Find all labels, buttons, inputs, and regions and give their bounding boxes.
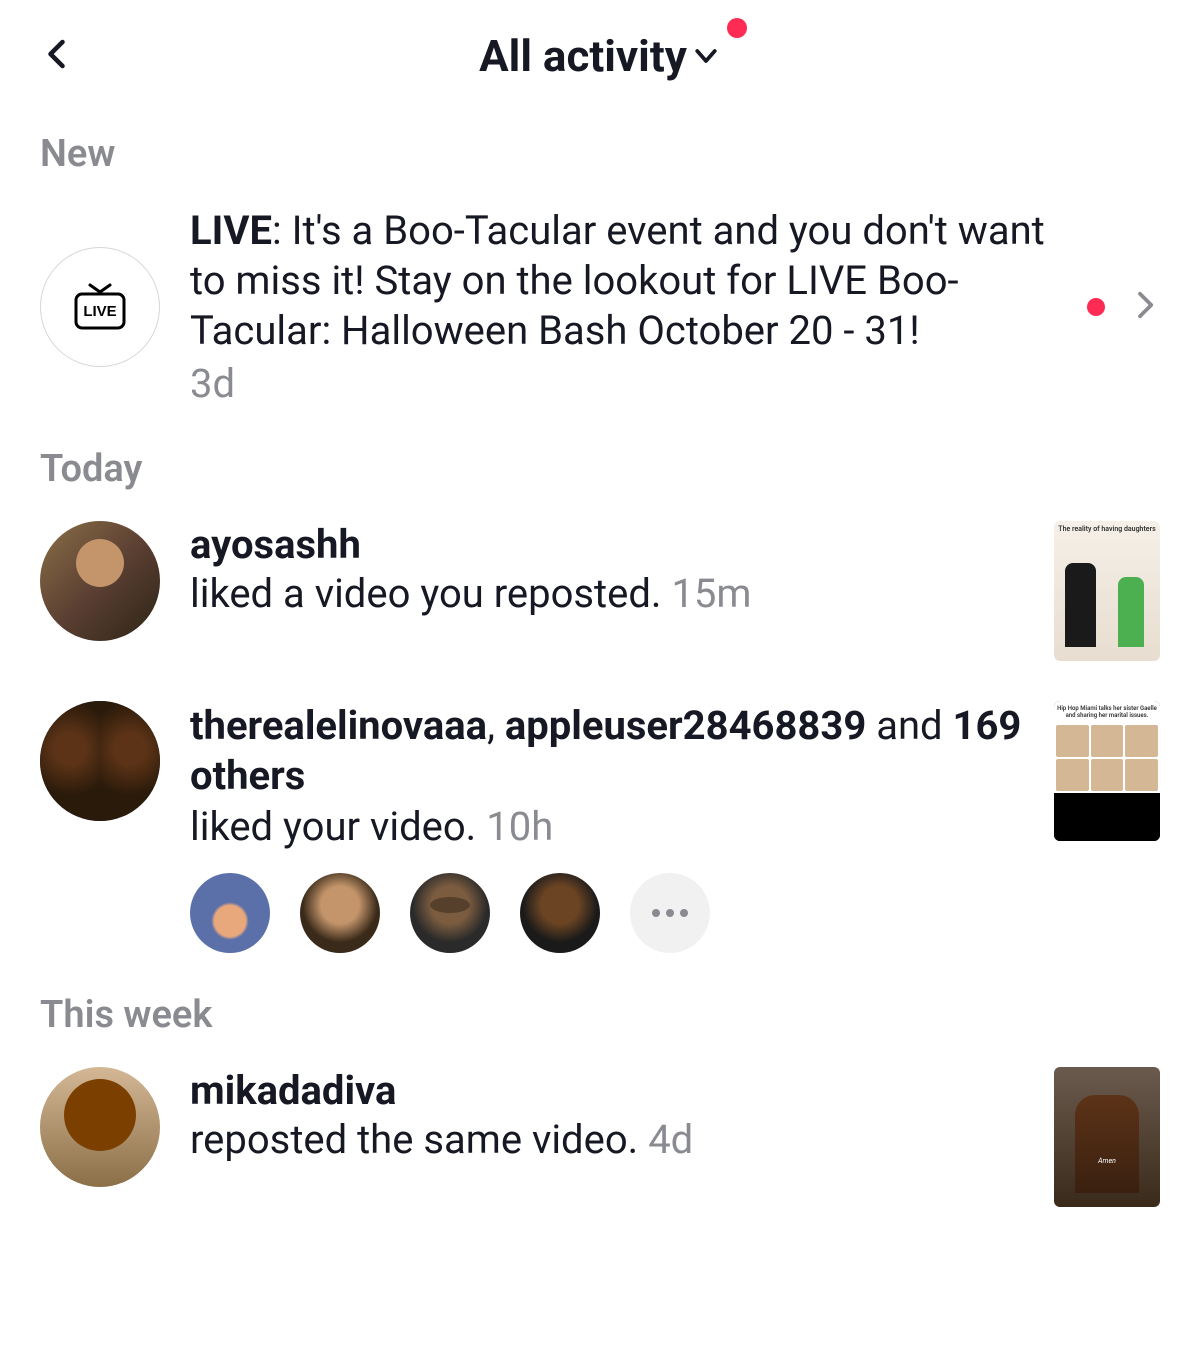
liker-avatar[interactable]	[300, 873, 380, 953]
notification-row[interactable]: ayosashh liked a video you reposted.15m …	[0, 501, 1200, 681]
timestamp: 10h	[486, 803, 553, 850]
more-likers-button[interactable]	[630, 873, 710, 953]
avatar[interactable]	[40, 521, 160, 641]
notification-content: therealelinovaaa, appleuser28468839 and …	[190, 701, 1024, 953]
activity-filter-dropdown[interactable]: All activity	[479, 30, 721, 82]
section-label-new: New	[0, 112, 1200, 186]
notification-dot	[727, 18, 747, 38]
notification-content: ayosashh liked a video you reposted.15m	[190, 521, 1024, 620]
username[interactable]: mikadadiva	[190, 1067, 1024, 1114]
video-thumbnail[interactable]: Amen	[1054, 1067, 1160, 1207]
action-text: liked a video you reposted.	[190, 570, 661, 617]
thumbnail-caption: Hip Hop Miami talks her sister Gaelle an…	[1054, 701, 1160, 723]
timestamp: 4d	[648, 1116, 693, 1163]
back-button[interactable]	[40, 36, 76, 76]
avatar[interactable]	[40, 701, 160, 821]
chevron-down-icon	[691, 41, 721, 71]
notification-row[interactable]: mikadadiva reposted the same video.4d Am…	[0, 1047, 1200, 1227]
action-text: reposted the same video.	[190, 1116, 638, 1163]
section-label-thisweek: This week	[0, 973, 1200, 1047]
notification-row[interactable]: therealelinovaaa, appleuser28468839 and …	[0, 681, 1200, 973]
svg-text:LIVE: LIVE	[83, 303, 116, 320]
live-message: : It's a Boo-Tacular event and you don't…	[190, 207, 1045, 354]
section-label-today: Today	[0, 427, 1200, 501]
row-right	[1087, 285, 1160, 329]
notification-content: mikadadiva reposted the same video.4d	[190, 1067, 1024, 1166]
chevron-right-icon	[1130, 285, 1160, 329]
thumbnail-caption: The reality of having daughters	[1058, 525, 1156, 533]
unread-dot	[1087, 298, 1105, 316]
liker-avatar[interactable]	[410, 873, 490, 953]
username[interactable]: appleuser28468839	[505, 702, 866, 749]
video-thumbnail[interactable]: Hip Hop Miami talks her sister Gaelle an…	[1054, 701, 1160, 841]
timestamp: 3d	[190, 360, 1057, 407]
live-icon: LIVE	[40, 247, 160, 367]
username[interactable]: therealelinovaaa	[190, 702, 487, 749]
notification-content: LIVE: It's a Boo-Tacular event and you d…	[190, 206, 1057, 407]
avatar[interactable]	[40, 1067, 160, 1187]
thumbnail-caption: Amen	[1054, 1157, 1160, 1165]
likers-avatar-list	[190, 873, 1024, 953]
live-notification-row[interactable]: LIVE LIVE: It's a Boo-Tacular event and …	[0, 186, 1200, 427]
liker-avatar[interactable]	[520, 873, 600, 953]
liker-avatar[interactable]	[190, 873, 270, 953]
header: All activity	[0, 0, 1200, 112]
video-thumbnail[interactable]: The reality of having daughters	[1054, 521, 1160, 661]
page-title: All activity	[479, 30, 687, 82]
chevron-left-icon	[40, 36, 76, 72]
action-text: liked your video.	[190, 803, 476, 850]
username[interactable]: ayosashh	[190, 521, 1024, 568]
timestamp: 15m	[671, 570, 751, 617]
live-prefix: LIVE	[190, 207, 272, 254]
